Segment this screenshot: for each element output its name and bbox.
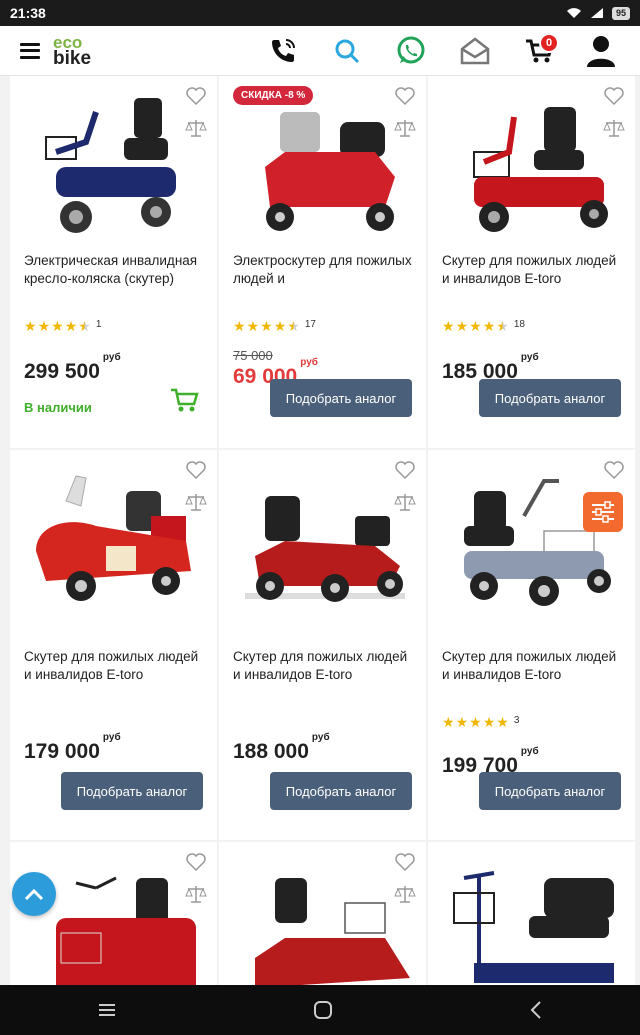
logo-bike: bike [53, 47, 92, 69]
product-card[interactable] [10, 842, 217, 992]
scooter-image[interactable] [434, 456, 629, 616]
compare-icon[interactable] [394, 118, 416, 138]
product-title[interactable]: Скутер для пожилых людей и инвалидов E-t… [442, 648, 627, 686]
rating-count: 1 [95, 318, 102, 330]
favorite-icon[interactable] [603, 86, 625, 106]
home-icon[interactable] [312, 999, 334, 1021]
mail-icon[interactable] [457, 33, 493, 69]
scooter-image[interactable] [434, 82, 629, 242]
product-title[interactable]: Электроскутер для пожилых людей и [233, 252, 418, 290]
stock-status: В наличии [24, 400, 92, 415]
scooter-image[interactable] [16, 848, 211, 992]
favorite-icon[interactable] [603, 460, 625, 480]
old-price: 75 000 [233, 348, 273, 363]
menu-icon[interactable] [20, 42, 40, 59]
favorite-icon[interactable] [185, 460, 207, 480]
filter-sliders-icon [592, 501, 614, 523]
filter-button[interactable] [583, 492, 623, 532]
scooter-image[interactable] [225, 456, 420, 616]
product-title[interactable]: Скутер для пожилых людей и инвалидов E-t… [233, 648, 418, 686]
search-icon[interactable] [329, 33, 365, 69]
find-analog-button[interactable]: Подобрать аналог [270, 772, 412, 810]
product-price: 299 500руб [24, 352, 121, 383]
product-title[interactable]: Скутер для пожилых людей и инвалидов E-t… [24, 648, 209, 686]
battery-icon: 95 [611, 6, 630, 20]
rating-count: 18 [513, 318, 525, 330]
scooter-image[interactable] [225, 848, 420, 992]
phone-icon[interactable] [265, 33, 301, 69]
find-analog-button[interactable]: Подобрать аналог [61, 772, 203, 810]
find-analog-button[interactable]: Подобрать аналог [270, 379, 412, 417]
compare-icon[interactable] [394, 884, 416, 904]
product-card[interactable]: Скутер для пожилых людей и инвалидов E-t… [219, 450, 426, 840]
compare-icon[interactable] [394, 492, 416, 512]
product-card[interactable]: Скутер для пожилых людей и инвалидов E-t… [428, 450, 635, 840]
rating-count: 17 [304, 318, 316, 330]
product-card[interactable]: Скутер для пожилых людей и инвалидов E-t… [10, 450, 217, 840]
product-rating: ★ ★ ★ ★ ★ 17 [233, 318, 316, 334]
product-rating: ★ ★ ★ ★ ★ 1 [24, 318, 102, 334]
product-title[interactable]: Электрическая инвалидная кресло-коляска … [24, 252, 209, 290]
product-card[interactable]: Скутер для пожилых людей и инвалидов E-t… [428, 76, 635, 448]
product-card[interactable] [219, 842, 426, 992]
favorite-icon[interactable] [185, 852, 207, 872]
product-rating: ★ ★ ★ ★ ★ 3 [442, 714, 520, 730]
scooter-image[interactable] [16, 82, 211, 242]
status-bar: 21:38 95 [0, 0, 640, 26]
favorite-icon[interactable] [185, 86, 207, 106]
product-title[interactable]: Скутер для пожилых людей и инвалидов E-t… [442, 252, 627, 290]
find-analog-button[interactable]: Подобрать аналог [479, 379, 621, 417]
compare-icon[interactable] [185, 884, 207, 904]
find-analog-button[interactable]: Подобрать аналог [479, 772, 621, 810]
menu-nav-icon[interactable] [97, 1002, 117, 1018]
favorite-icon[interactable] [394, 460, 416, 480]
favorite-icon[interactable] [394, 86, 416, 106]
back-icon[interactable] [529, 1000, 543, 1020]
system-nav-bar [0, 985, 640, 1035]
wifi-icon [566, 8, 581, 18]
product-card[interactable] [428, 842, 635, 992]
compare-icon[interactable] [603, 118, 625, 138]
product-price: 188 000руб [233, 732, 330, 763]
signal-icon [590, 8, 603, 18]
rating-count: 3 [513, 714, 520, 726]
cart-icon[interactable]: 0 [521, 33, 559, 69]
product-card[interactable]: СКИДКА -8 % Электроскутер для пожилых лю… [219, 76, 426, 448]
status-time: 21:38 [10, 5, 46, 21]
user-icon[interactable] [583, 33, 619, 69]
product-price: 179 000руб [24, 732, 121, 763]
product-card[interactable]: Электрическая инвалидная кресло-коляска … [10, 76, 217, 448]
compare-icon[interactable] [185, 118, 207, 138]
compare-icon[interactable] [185, 492, 207, 512]
scooter-image[interactable] [434, 848, 629, 992]
favorite-icon[interactable] [394, 852, 416, 872]
scooter-image[interactable] [225, 82, 420, 242]
discount-badge: СКИДКА -8 % [233, 86, 314, 105]
product-rating: ★ ★ ★ ★ ★ 18 [442, 318, 525, 334]
add-to-cart-icon[interactable] [169, 386, 199, 414]
scooter-image[interactable] [16, 456, 211, 616]
site-header: eco bike 0 [0, 26, 640, 76]
chevron-up-icon [24, 888, 44, 901]
logo[interactable]: eco bike [53, 34, 113, 69]
cart-count-badge: 0 [539, 33, 559, 53]
scroll-to-top-button[interactable] [12, 872, 56, 916]
whatsapp-icon[interactable] [393, 33, 429, 69]
